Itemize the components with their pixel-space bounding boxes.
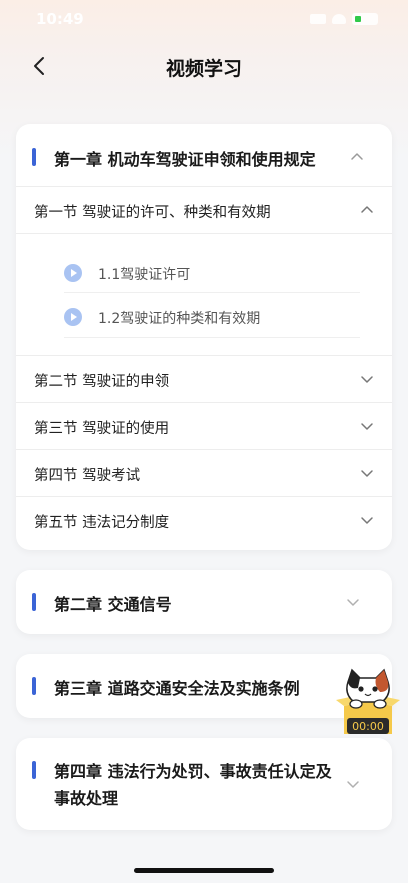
chapter-title-4: 第四章 违法行为处罚、事故责任认定及事故处理 <box>54 762 332 808</box>
lesson-divider <box>64 292 360 293</box>
chapter-accent-bar <box>32 593 36 611</box>
signal-icon <box>310 14 326 24</box>
chevron-down-icon <box>360 419 374 433</box>
lesson-list: 1.1驾驶证许可 1.2驾驶证的种类和有效期 <box>16 233 392 355</box>
battery-icon <box>352 13 378 25</box>
chevron-down-icon <box>346 595 360 609</box>
section-row-1-1[interactable]: 第一节 驾驶证的许可、种类和有效期 <box>16 186 392 233</box>
play-icon <box>64 308 82 326</box>
chevron-up-icon <box>350 150 364 164</box>
nav-bar: 视频学习 <box>0 44 408 88</box>
chapter-header-4[interactable]: 第四章 违法行为处罚、事故责任认定及事故处理 <box>16 738 392 830</box>
section-row-1-4[interactable]: 第四节 驾驶考试 <box>16 449 392 496</box>
cat-mascot-icon: 00:00 <box>336 668 400 734</box>
wifi-icon <box>332 14 346 24</box>
chapter-title-1: 第一章 机动车驾驶证申领和使用规定 <box>54 150 316 169</box>
chapter-header-1[interactable]: 第一章 机动车驾驶证申领和使用规定 <box>16 124 392 186</box>
lesson-label: 1.1驾驶证许可 <box>98 267 191 283</box>
chapter-card-1: 第一章 机动车驾驶证申领和使用规定 第一节 驾驶证的许可、种类和有效期 1.1驾… <box>16 124 392 550</box>
lesson-item-1-1[interactable]: 1.1驾驶证许可 <box>64 250 360 296</box>
lesson-item-1-2[interactable]: 1.2驾驶证的种类和有效期 <box>64 294 360 340</box>
section-title: 第二节 驾驶证的申领 <box>34 374 170 390</box>
home-indicator <box>134 868 274 873</box>
chevron-down-icon <box>360 372 374 386</box>
play-icon <box>64 264 82 282</box>
section-row-1-2[interactable]: 第二节 驾驶证的申领 <box>16 355 392 402</box>
section-title: 第三节 驾驶证的使用 <box>34 421 170 437</box>
section-row-1-5[interactable]: 第五节 违法记分制度 <box>16 496 392 543</box>
timer-text: 00:00 <box>352 720 384 733</box>
section-title: 第五节 违法记分制度 <box>34 515 170 531</box>
chapter-title-2: 第二章 交通信号 <box>54 595 172 614</box>
section-title: 第四节 驾驶考试 <box>34 468 141 484</box>
chapter-header-2[interactable]: 第二章 交通信号 <box>16 570 392 634</box>
section-row-1-3[interactable]: 第三节 驾驶证的使用 <box>16 402 392 449</box>
chapter-accent-bar <box>32 677 36 695</box>
status-icons <box>310 13 378 25</box>
chapter-title-3: 第三章 道路交通安全法及实施条例 <box>54 679 300 698</box>
status-bar: 10:49 <box>0 0 408 38</box>
status-time: 10:49 <box>36 10 84 28</box>
floating-timer[interactable]: 00:00 <box>334 664 402 742</box>
section-title: 第一节 驾驶证的许可、种类和有效期 <box>34 205 271 221</box>
lesson-label: 1.2驾驶证的种类和有效期 <box>98 311 261 327</box>
chevron-down-icon <box>360 513 374 527</box>
chapter-accent-bar <box>32 148 36 166</box>
chevron-down-icon <box>360 466 374 480</box>
chapter-card-2: 第二章 交通信号 <box>16 570 392 634</box>
chapter-card-4: 第四章 违法行为处罚、事故责任认定及事故处理 <box>16 738 392 830</box>
page-title: 视频学习 <box>165 58 242 80</box>
chevron-up-icon <box>360 203 374 217</box>
chapter-accent-bar <box>32 761 36 779</box>
lesson-divider <box>64 337 360 338</box>
chevron-down-icon <box>346 777 360 791</box>
